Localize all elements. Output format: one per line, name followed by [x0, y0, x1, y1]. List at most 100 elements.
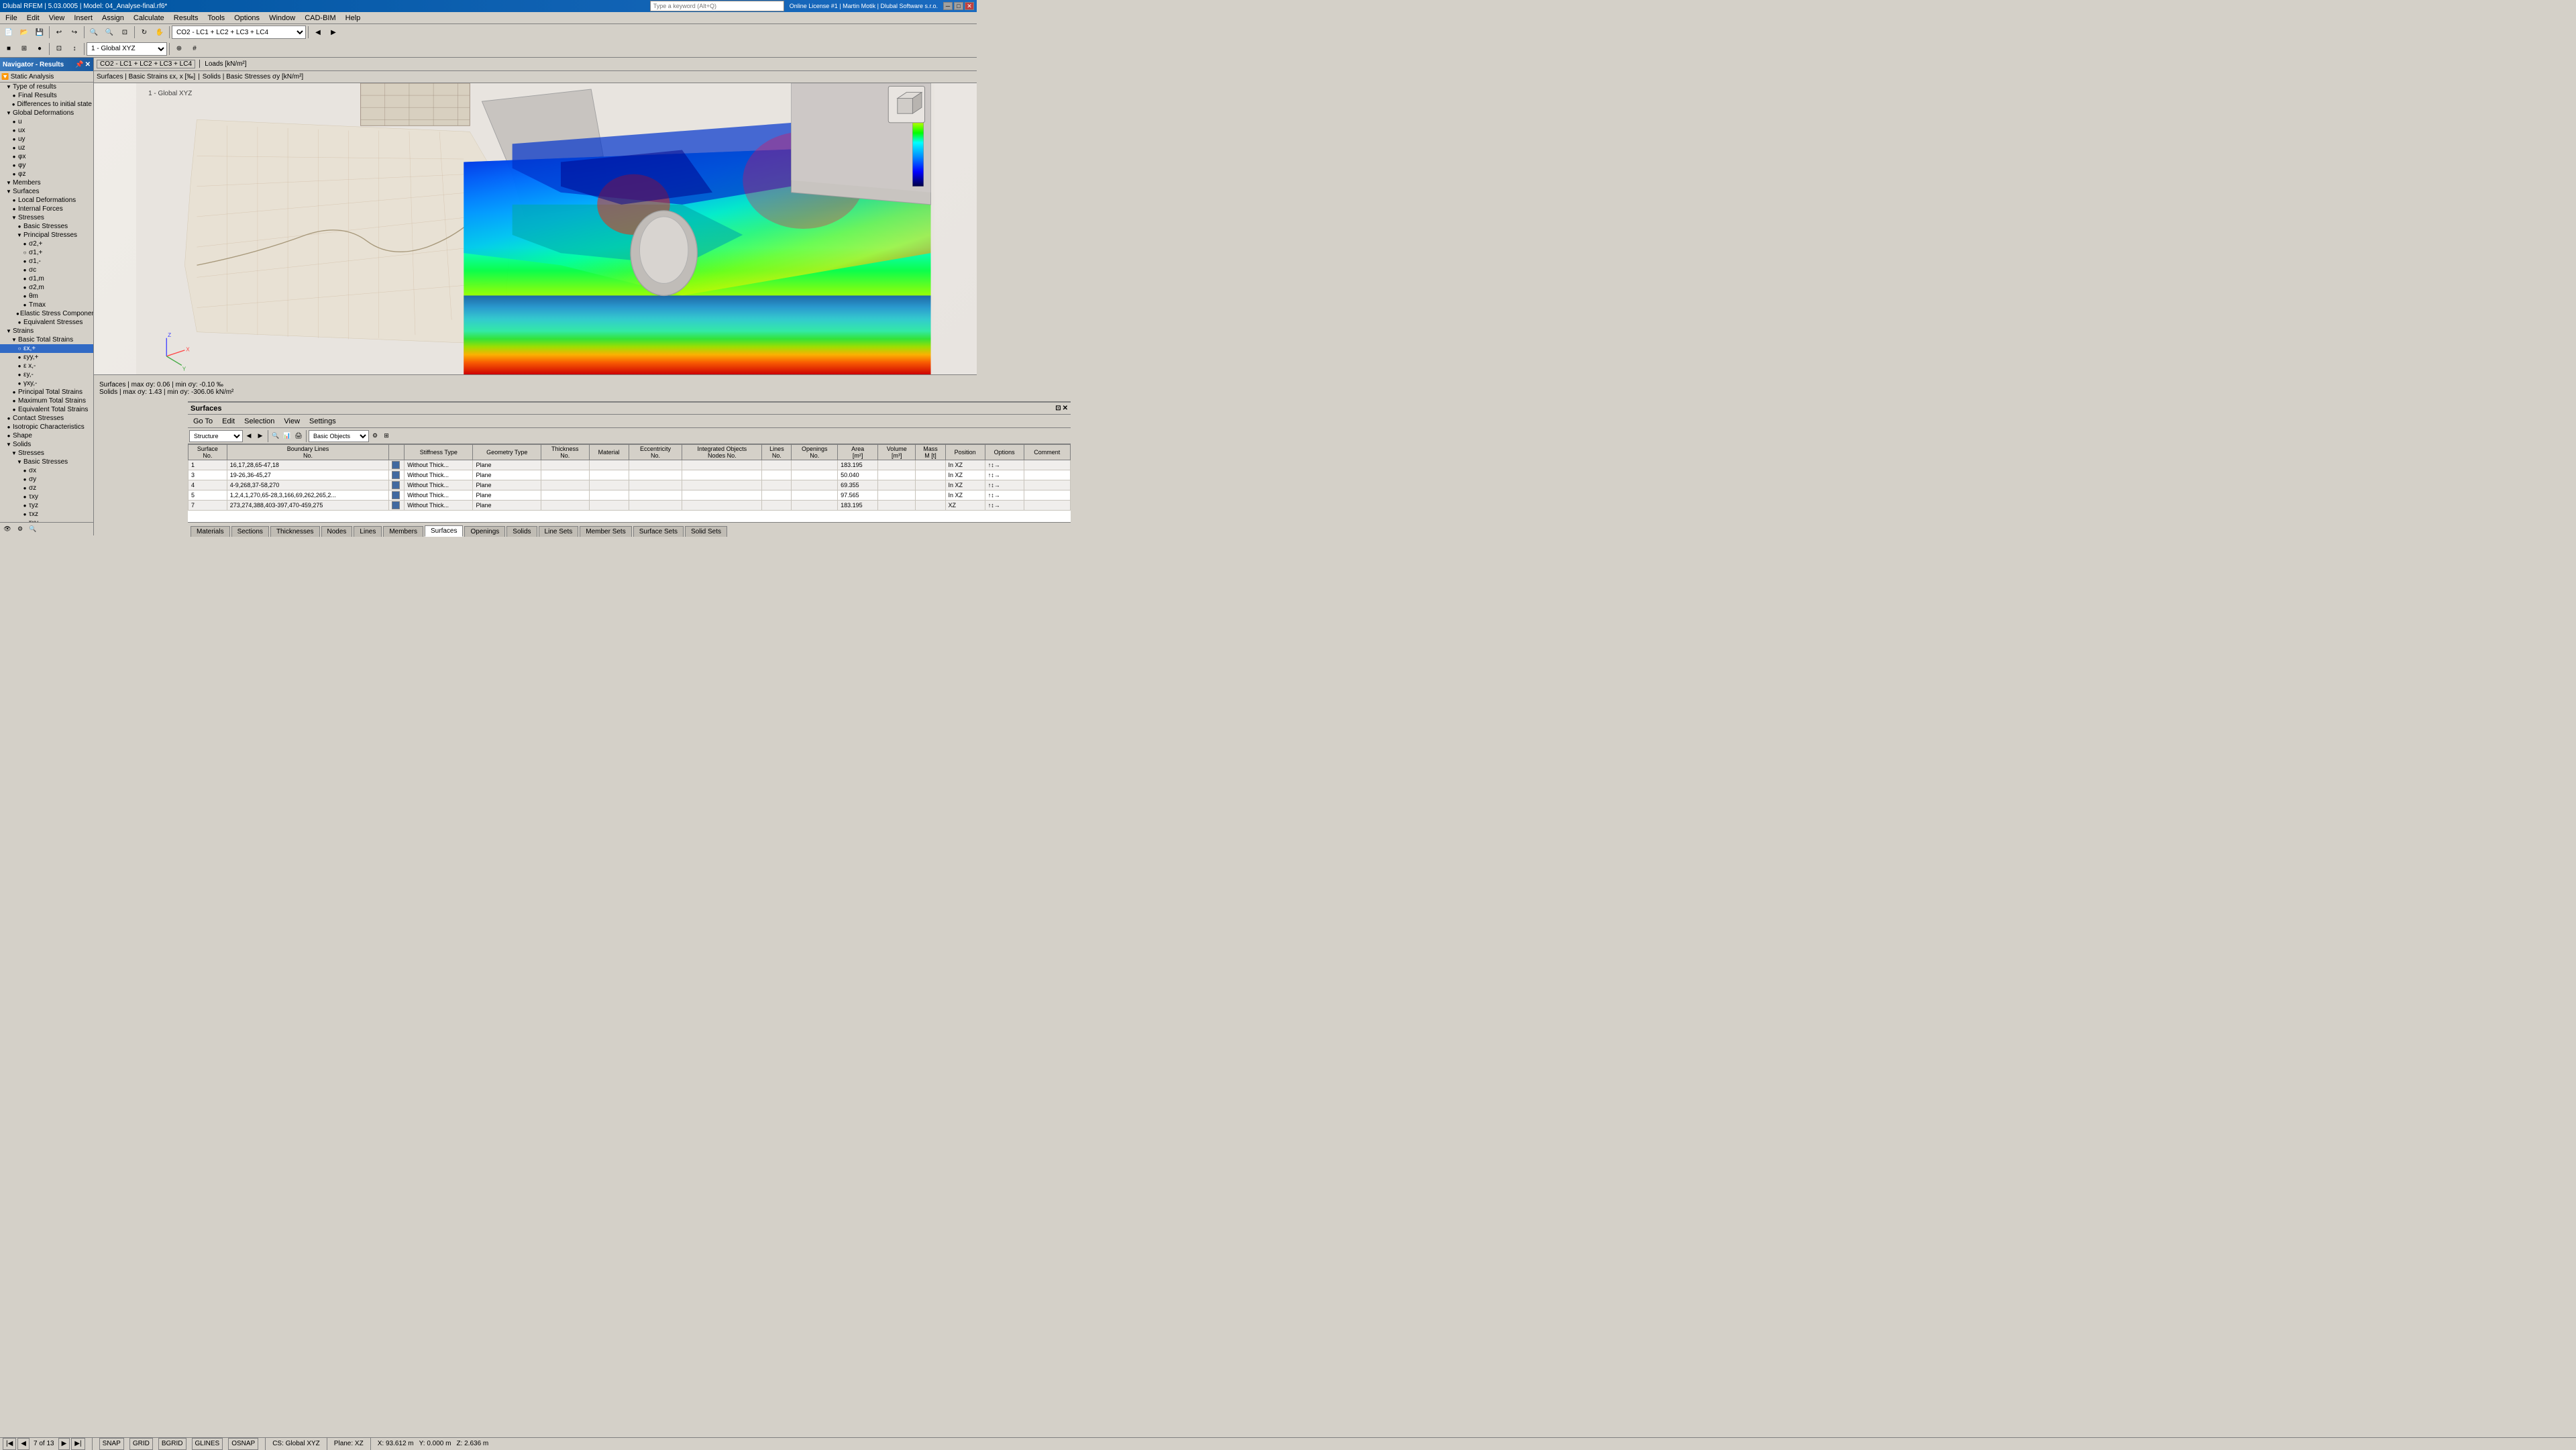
nav-item-43[interactable]: ▼Basic Stresses [0, 458, 93, 466]
nav-item-36[interactable]: ●Maximum Total Strains [0, 397, 93, 405]
snap-btn-sb[interactable]: SNAP [99, 1438, 124, 1450]
nav-item-11[interactable]: ▼Members [0, 178, 93, 187]
panel-menu-selection[interactable]: Selection [240, 417, 278, 426]
tab-materials[interactable]: Materials [191, 526, 230, 537]
panel-close-btn[interactable]: ✕ [1063, 405, 1068, 412]
prev-btn[interactable]: ◀ [311, 25, 325, 40]
nav-item-1[interactable]: ●Final Results [0, 91, 93, 100]
nav-item-38[interactable]: ●Contact Stresses [0, 414, 93, 423]
3d-cube-icon[interactable] [888, 87, 924, 123]
nav-item-10[interactable]: ●φz [0, 170, 93, 178]
nav-item-48[interactable]: ●τyz [0, 501, 93, 510]
nav-item-37[interactable]: ●Equivalent Total Strains [0, 405, 93, 414]
nav-item-47[interactable]: ●τxy [0, 493, 93, 501]
nav-item-25[interactable]: ●Tmax [0, 301, 93, 309]
nav-view-btn[interactable]: 👁 [1, 523, 13, 535]
keyword-search[interactable] [650, 1, 784, 11]
nav-item-39[interactable]: ●Isotropic Characteristics [0, 423, 93, 431]
nav-item-13[interactable]: ●Local Deformations [0, 196, 93, 205]
tab-openings[interactable]: Openings [464, 526, 505, 537]
nav-item-19[interactable]: ○σ1,+ [0, 248, 93, 257]
print-btn[interactable]: 🖨 [293, 431, 304, 442]
nav-item-14[interactable]: ●Internal Forces [0, 205, 93, 213]
glines-btn-sb[interactable]: GLINES [192, 1438, 223, 1450]
nav-item-9[interactable]: ●φy [0, 161, 93, 170]
filter-rows-btn[interactable]: 🔍 [270, 431, 281, 442]
excel-btn[interactable]: 📊 [282, 431, 292, 442]
table-row[interactable]: 44-9,268,37-58,270Without Thick...Plane6… [189, 480, 1071, 490]
tab-sections[interactable]: Sections [231, 526, 269, 537]
panel-menu-settings[interactable]: Settings [305, 417, 340, 426]
tab-line-sets[interactable]: Line Sets [539, 526, 579, 537]
minimize-button[interactable]: ─ [943, 2, 953, 10]
last-page-btn[interactable]: ▶| [71, 1438, 85, 1450]
wire-btn[interactable]: ⊞ [17, 42, 32, 56]
structure-combo[interactable]: Structure [189, 430, 243, 442]
zoom-all-btn[interactable]: ⊡ [117, 25, 132, 40]
close-button[interactable]: ✕ [965, 2, 974, 10]
menu-item-window[interactable]: Window [265, 13, 299, 23]
nav-item-24[interactable]: ●θm [0, 292, 93, 301]
nav-item-16[interactable]: ●Basic Stresses [0, 222, 93, 231]
menu-item-edit[interactable]: Edit [23, 13, 44, 23]
menu-item-file[interactable]: File [1, 13, 21, 23]
menu-item-insert[interactable]: Insert [70, 13, 97, 23]
basic-objects-combo[interactable]: Basic Objects [309, 430, 369, 442]
nav-item-4[interactable]: ●u [0, 117, 93, 126]
nav-item-22[interactable]: ●σ1,m [0, 274, 93, 283]
load-case-combo[interactable]: CO2 - LC1 + LC2 + LC3 + LC4 [172, 25, 306, 39]
undo-btn[interactable]: ↩ [52, 25, 66, 40]
nav-item-35[interactable]: ●Principal Total Strains [0, 388, 93, 397]
rotate-btn[interactable]: ↻ [137, 25, 152, 40]
zoom-in-btn[interactable]: 🔍 [87, 25, 101, 40]
nav-item-0[interactable]: ▼Type of results [0, 83, 93, 91]
panel-max-btn[interactable]: ⊡ [1055, 405, 1061, 412]
nav-item-3[interactable]: ▼Global Deformations [0, 109, 93, 117]
nav-item-41[interactable]: ▼Solids [0, 440, 93, 449]
menu-item-options[interactable]: Options [230, 13, 264, 23]
deform-btn[interactable]: ↕ [67, 42, 82, 56]
nav-item-23[interactable]: ●σ2,m [0, 283, 93, 292]
node-btn[interactable]: ● [32, 42, 47, 56]
nav-item-42[interactable]: ▼Stresses [0, 449, 93, 458]
columns-btn[interactable]: ⊞ [381, 431, 392, 442]
table-row[interactable]: 319-26,36-45,27Without Thick...Plane50.0… [189, 470, 1071, 480]
mesh-btn[interactable]: ⊡ [52, 42, 66, 56]
nav-item-2[interactable]: ●Differences to initial state [0, 100, 93, 109]
nav-item-20[interactable]: ●σ1,- [0, 257, 93, 266]
nav-close-btn[interactable]: ✕ [85, 61, 91, 68]
snap-btn[interactable]: ⊕ [172, 42, 186, 56]
menu-item-tools[interactable]: Tools [203, 13, 229, 23]
redo-btn[interactable]: ↪ [67, 25, 82, 40]
nav-item-15[interactable]: ▼Stresses [0, 213, 93, 222]
grid-btn[interactable]: # [187, 42, 202, 56]
next-page-btn-sb[interactable]: ▶ [58, 1438, 70, 1450]
panel-menu-edit[interactable]: Edit [218, 417, 239, 426]
viewport-canvas[interactable]: 1 - Global XYZ X Z Y [94, 83, 977, 374]
nav-item-46[interactable]: ●σz [0, 484, 93, 493]
panel-menu-goto[interactable]: Go To [189, 417, 217, 426]
first-page-btn[interactable]: |◀ [3, 1438, 16, 1450]
prev-page-btn[interactable]: ◀ [244, 431, 254, 442]
menu-item-cad-bim[interactable]: CAD-BIM [301, 13, 339, 23]
nav-item-45[interactable]: ●σy [0, 475, 93, 484]
grid-btn-sb[interactable]: GRID [129, 1438, 153, 1450]
pan-btn[interactable]: ✋ [152, 25, 167, 40]
tab-surfaces[interactable]: Surfaces [425, 525, 463, 537]
menu-item-assign[interactable]: Assign [98, 13, 128, 23]
tab-solid-sets[interactable]: Solid Sets [685, 526, 727, 537]
nav-settings-btn[interactable]: ⚙ [14, 523, 26, 535]
menu-item-results[interactable]: Results [170, 13, 203, 23]
osnap-btn-sb[interactable]: OSNAP [228, 1438, 258, 1450]
zoom-out-btn[interactable]: 🔍 [102, 25, 117, 40]
save-btn[interactable]: 💾 [32, 25, 47, 40]
tab-thicknesses[interactable]: Thicknesses [270, 526, 320, 537]
nav-item-21[interactable]: ●σc [0, 266, 93, 274]
nav-item-40[interactable]: ●Shape [0, 431, 93, 440]
nav-item-49[interactable]: ●τxz [0, 510, 93, 519]
nav-item-27[interactable]: ●Equivalent Stresses [0, 318, 93, 327]
settings-btn[interactable]: ⚙ [370, 431, 380, 442]
menu-item-help[interactable]: Help [341, 13, 365, 23]
prev-page-btn-sb[interactable]: ◀ [17, 1438, 30, 1450]
axis-combo[interactable]: 1 - Global XYZ [87, 42, 167, 56]
